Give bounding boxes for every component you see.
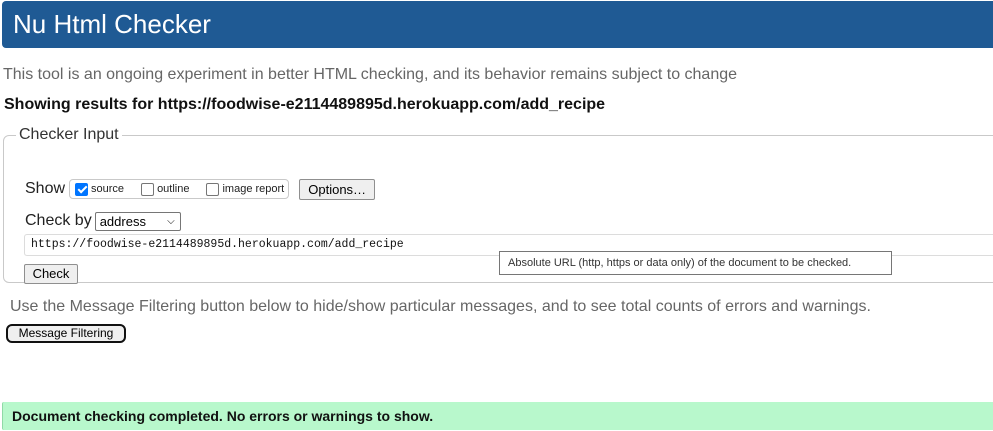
tool-description: This tool is an ongoing experiment in be…	[3, 66, 738, 83]
check-by-selected-value[interactable]: address	[100, 214, 146, 229]
check-by-label: Check by	[25, 212, 92, 229]
app-header: Nu Html Checker	[2, 1, 993, 48]
check-by-select[interactable]: address ⌵	[94, 211, 181, 231]
show-label: Show	[25, 180, 66, 197]
message-filtering-button[interactable]: Message Filtering	[6, 324, 126, 343]
checker-input-legend: Checker Input	[19, 126, 119, 143]
options-button[interactable]: Options…	[299, 178, 376, 200]
outline-checkbox-label[interactable]: outline	[157, 183, 189, 195]
app-title: Nu Html Checker	[13, 9, 211, 39]
url-input-tooltip: Absolute URL (http, https or data only) …	[499, 251, 892, 275]
chevron-down-icon[interactable]: ⌵	[167, 216, 175, 227]
check-button[interactable]: Check	[24, 264, 78, 284]
image-report-checkbox[interactable]	[206, 182, 220, 196]
show-row: Show source outline image report Options…	[25, 177, 376, 201]
message-filter-help: Use the Message Filtering button below t…	[10, 298, 871, 315]
show-option-outline[interactable]: outline	[141, 182, 189, 196]
source-checkbox[interactable]	[75, 182, 89, 196]
show-options-group: source outline image report	[69, 179, 290, 199]
outline-checkbox[interactable]	[141, 182, 155, 196]
source-checkbox-label[interactable]: source	[91, 183, 124, 195]
show-option-image-report[interactable]: image report	[206, 182, 284, 196]
show-option-source[interactable]: source	[75, 182, 124, 196]
results-heading: Showing results for https://foodwise-e21…	[4, 96, 606, 113]
status-message: Document checking completed. No errors o…	[2, 402, 993, 430]
image-report-checkbox-label[interactable]: image report	[222, 183, 284, 195]
check-by-row: Check by address ⌵	[25, 211, 181, 231]
